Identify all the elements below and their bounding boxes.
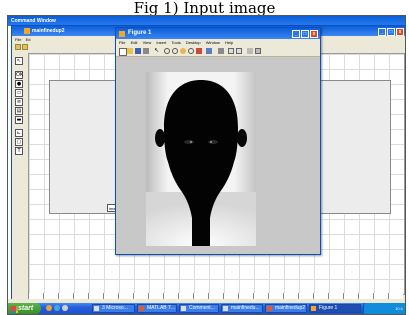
guide-window-title: mainfinedup2: [32, 28, 65, 34]
print-icon[interactable]: [143, 48, 149, 54]
pointer-icon[interactable]: ↖: [154, 48, 160, 54]
legend-icon[interactable]: [236, 48, 242, 54]
menu-desktop[interactable]: Desktop: [186, 40, 201, 45]
data-cursor-icon[interactable]: [196, 48, 202, 54]
task-label: mainfinedup2: [275, 305, 306, 311]
menu-tools[interactable]: Tools: [171, 40, 180, 45]
component-palette: ↖ OK ● ▭ ≡ ▤ ▬ ⊾ ▢ T: [15, 57, 27, 177]
minimize-button[interactable]: _: [378, 28, 386, 36]
figure-minimize-button[interactable]: _: [292, 30, 300, 38]
figure-toolbar: ↖: [116, 46, 320, 57]
figure-window-title: Figure 1: [128, 30, 152, 36]
face-silhouette-graphic: [146, 80, 256, 246]
rotate-icon[interactable]: [188, 48, 194, 54]
matlab-icon: [24, 28, 30, 34]
task-label: Comment...: [189, 305, 215, 311]
task-label: 3 Microso...: [102, 305, 128, 311]
task-mainfinedup[interactable]: mainfinedu...: [221, 304, 263, 313]
desktop-screen: Command Window mainfinedup2 _ □ x File Ed …: [7, 15, 406, 315]
input-face-image: [146, 72, 256, 246]
task-label: mainfinedu...: [231, 305, 260, 311]
task-label: MATLAB 7...: [147, 305, 175, 311]
quicklaunch-firefox-icon[interactable]: [46, 305, 52, 311]
matlab-icon: [139, 306, 144, 311]
task-microsoft[interactable]: 3 Microso...: [92, 304, 135, 313]
task-mainfinedup2[interactable]: mainfinedup2: [265, 304, 307, 313]
new-figure-icon[interactable]: [119, 48, 127, 56]
pan-icon[interactable]: [180, 48, 186, 54]
zoom-in-icon[interactable]: [164, 48, 170, 54]
figure-maximize-button[interactable]: □: [301, 30, 309, 38]
save-icon[interactable]: [135, 48, 141, 54]
figure-canvas[interactable]: [116, 57, 320, 254]
menu-file[interactable]: File: [119, 40, 125, 45]
listbox-tool-icon[interactable]: ▤: [15, 107, 23, 115]
figure-icon: [311, 306, 316, 311]
quicklaunch-desktop-icon[interactable]: [62, 305, 68, 311]
figure-window[interactable]: Figure 1 _ □ x File Edit View Insert Tools…: [115, 27, 321, 255]
colorbar-icon[interactable]: [228, 48, 234, 54]
figure-caption: Fig 1) Input image: [133, 0, 276, 17]
figure-menubar: File Edit View Insert Tools Desktop Wind…: [116, 39, 320, 46]
push-button-tool-icon[interactable]: OK: [15, 71, 23, 79]
figure-icon: [119, 31, 125, 37]
task-matlab[interactable]: MATLAB 7...: [137, 304, 177, 313]
maximize-button[interactable]: □: [387, 28, 395, 36]
axes-tool-icon[interactable]: ⊾: [15, 129, 23, 137]
menu-file[interactable]: File: [15, 37, 21, 42]
radio-button-tool-icon[interactable]: ●: [15, 80, 23, 88]
task-figure1[interactable]: Figure 1: [309, 304, 361, 313]
panel-tool-icon[interactable]: ▢: [15, 138, 23, 146]
start-button[interactable]: start: [8, 303, 41, 314]
close-button[interactable]: x: [396, 28, 404, 36]
new-icon[interactable]: [15, 44, 21, 50]
text-tool-icon[interactable]: T: [15, 147, 23, 155]
edit-text-tool-icon[interactable]: ▭: [15, 89, 23, 97]
zoom-out-icon[interactable]: [172, 48, 178, 54]
guide-icon: [267, 306, 272, 311]
select-tool-icon[interactable]: ↖: [15, 57, 23, 65]
popup-menu-tool-icon[interactable]: ≡: [15, 98, 23, 106]
show-plot-tools-icon[interactable]: [255, 48, 261, 54]
menu-insert[interactable]: Insert: [156, 40, 166, 45]
slider-tool-icon[interactable]: ▬: [15, 116, 23, 124]
taskbar: start 3 Microso... MATLAB 7... Comment..…: [8, 303, 405, 314]
word-icon: [94, 306, 99, 311]
menu-view[interactable]: View: [143, 40, 152, 45]
menu-help[interactable]: Help: [225, 40, 233, 45]
hide-plot-tools-icon[interactable]: [247, 48, 253, 54]
open-icon[interactable]: [22, 44, 28, 50]
link-icon[interactable]: [218, 48, 224, 54]
figure-close-button[interactable]: x: [310, 30, 318, 38]
task-label: Figure 1: [319, 305, 338, 311]
open-file-icon[interactable]: [127, 48, 133, 54]
menu-window[interactable]: Window: [206, 40, 220, 45]
start-label: start: [18, 305, 34, 312]
figure-window-titlebar[interactable]: Figure 1 _ □ x: [116, 28, 320, 39]
menu-edit[interactable]: Edit: [131, 40, 138, 45]
brush-icon[interactable]: [206, 48, 212, 54]
task-command[interactable]: Comment...: [179, 304, 219, 313]
clock[interactable]: 10:1: [395, 306, 403, 311]
system-tray: 10:1: [363, 303, 405, 314]
quicklaunch-ie-icon[interactable]: [54, 305, 60, 311]
command-icon: [181, 306, 186, 311]
windows-logo-icon: [11, 306, 16, 311]
editor-icon: [223, 306, 228, 311]
menu-edit[interactable]: Ed: [26, 37, 31, 42]
